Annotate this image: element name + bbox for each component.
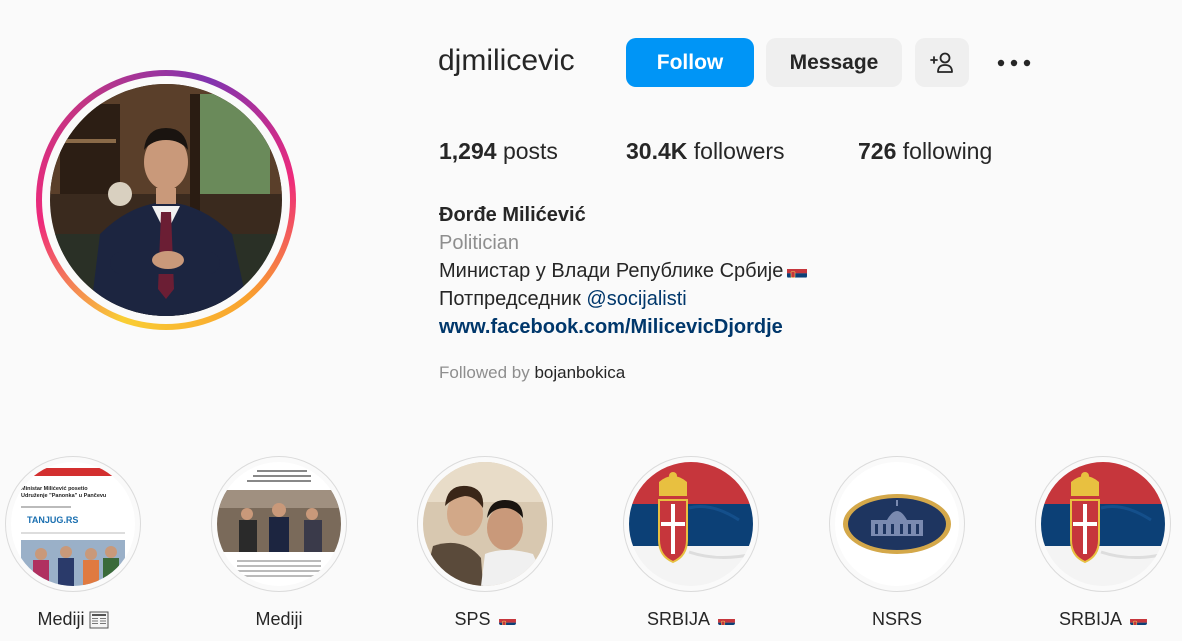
bio-line-2-text: Потпредседник — [439, 288, 581, 310]
highlight-item[interactable]: Ministar Milićević posetio Udruženje "Pa… — [3, 456, 143, 630]
highlight-thumbnail — [217, 462, 341, 586]
posts-count: 1,294 posts — [439, 138, 558, 165]
suggested-users-button[interactable] — [915, 38, 969, 87]
serbian-flag-icon — [1130, 614, 1147, 625]
bio-line-1: Министар у Влади Републике Србије — [439, 260, 808, 283]
followed-by[interactable]: Followed by bojanbokica — [439, 363, 625, 383]
following-count-value: 726 — [858, 138, 897, 164]
highlight-item[interactable]: SRBIJA — [1033, 456, 1173, 630]
profile-full-name: Đorđe Milićević — [439, 204, 586, 226]
highlight-thumbnail — [1041, 462, 1165, 586]
posts-count-label: posts — [502, 138, 558, 164]
highlight-item[interactable]: SRBIJA — [621, 456, 761, 630]
highlight-label-text: SRBIJA — [646, 609, 711, 629]
bio-line-1-text: Министар у Влади Републике Србије — [439, 260, 784, 282]
highlight-cover[interactable] — [623, 456, 759, 592]
bio-mention-link[interactable]: @socijalisti — [586, 288, 686, 310]
following-count[interactable]: 726 following — [858, 138, 992, 165]
highlight-label: SRBIJA — [1033, 609, 1173, 630]
highlight-label: Mediji — [3, 609, 143, 630]
highlight-thumb-text: TANJUG.RS — [27, 515, 78, 525]
highlight-label-text: Mediji — [255, 609, 303, 629]
highlight-label-text: SPS — [454, 609, 491, 629]
highlight-label: SRBIJA — [621, 609, 761, 630]
highlight-label-text: SRBIJA — [1058, 609, 1123, 629]
serbian-flag-icon — [718, 614, 735, 625]
follow-button[interactable]: Follow — [626, 38, 754, 87]
following-count-label: following — [902, 138, 993, 164]
profile-username: djmilicevic — [438, 44, 575, 77]
bio-line-2: Потпредседник @socijalisti — [439, 288, 687, 311]
serbian-flag-icon — [787, 265, 808, 279]
highlight-label: Mediji — [209, 609, 349, 630]
profile-avatar-ring[interactable] — [36, 70, 296, 330]
highlight-item[interactable]: SPS — [415, 456, 555, 630]
person-add-icon — [930, 52, 953, 73]
highlight-label: SPS — [415, 609, 555, 630]
posts-count-value: 1,294 — [439, 138, 497, 164]
highlight-cover[interactable] — [1035, 456, 1171, 592]
profile-website-link[interactable]: www.facebook.com/MilicevicDjordje — [439, 316, 783, 339]
svg-text:Ministar Milićević posetio: Ministar Milićević posetio — [21, 486, 88, 492]
highlight-thumbnail — [629, 462, 753, 586]
followed-by-user[interactable]: bojanbokica — [534, 363, 625, 382]
avatar-photo-image — [50, 84, 282, 316]
highlight-thumbnail — [835, 462, 959, 586]
highlight-item[interactable]: NSRS — [827, 456, 967, 630]
followed-by-prefix: Followed by — [439, 363, 530, 382]
followers-count[interactable]: 30.4K followers — [626, 138, 785, 165]
svg-text:Udruženje "Panonka" u Pančevu: Udruženje "Panonka" u Pančevu — [21, 493, 106, 499]
profile-category: Politician — [439, 232, 520, 254]
highlight-item[interactable]: Mediji — [209, 456, 349, 630]
highlight-cover[interactable]: Ministar Milićević posetio Udruženje "Pa… — [5, 456, 141, 592]
highlight-cover[interactable] — [417, 456, 553, 592]
highlight-label: NSRS — [827, 609, 967, 630]
highlight-thumbnail — [423, 462, 547, 586]
highlight-label-text: Mediji — [37, 609, 85, 629]
avatar-border — [42, 76, 290, 324]
message-button[interactable]: Message — [766, 38, 902, 87]
followers-count-label: followers — [693, 138, 785, 164]
highlight-thumbnail: Ministar Milićević posetio Udruženje "Pa… — [11, 462, 135, 586]
newspaper-icon — [89, 611, 108, 628]
serbian-flag-icon — [498, 614, 516, 625]
more-horizontal-icon — [997, 59, 1031, 66]
highlight-cover[interactable] — [829, 456, 965, 592]
more-options-button[interactable] — [985, 38, 1043, 87]
highlight-label-text: NSRS — [871, 609, 922, 629]
highlight-cover[interactable] — [211, 456, 347, 592]
avatar[interactable] — [50, 84, 282, 316]
followers-count-value: 30.4K — [626, 138, 688, 164]
